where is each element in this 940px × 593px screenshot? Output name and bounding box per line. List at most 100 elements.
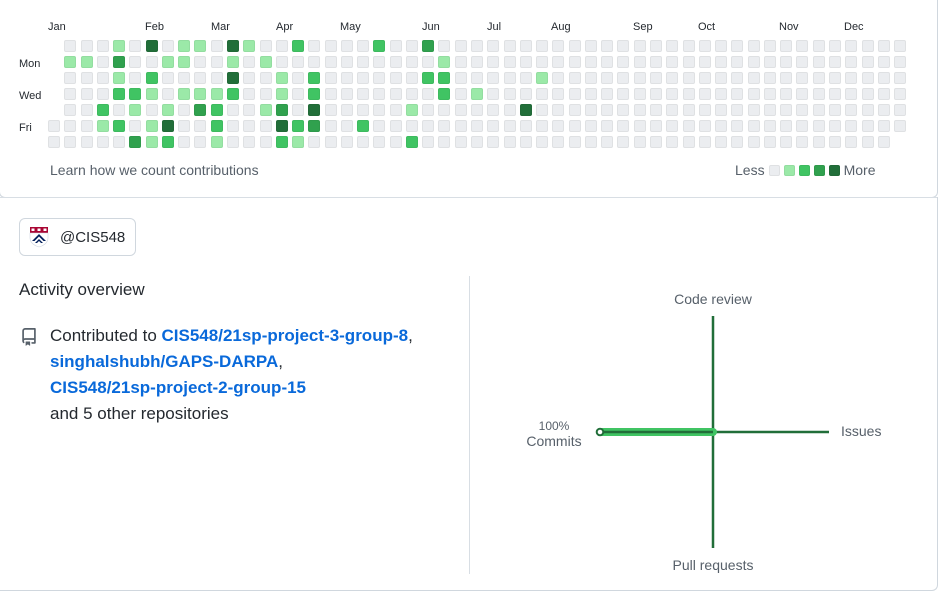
contribution-day-cell[interactable]	[422, 56, 434, 68]
contribution-day-cell[interactable]	[748, 56, 760, 68]
contribution-day-cell[interactable]	[520, 72, 532, 84]
contribution-day-cell[interactable]	[504, 88, 516, 100]
contribution-day-cell[interactable]	[845, 40, 857, 52]
contribution-day-cell[interactable]	[390, 88, 402, 100]
contribution-day-cell[interactable]	[373, 104, 385, 116]
contribution-day-cell[interactable]	[536, 56, 548, 68]
org-filter-button[interactable]: @CIS548	[19, 218, 137, 256]
contribution-day-cell[interactable]	[227, 72, 239, 84]
contribution-day-cell[interactable]	[536, 72, 548, 84]
contribution-day-cell[interactable]	[487, 40, 499, 52]
contribution-day-cell[interactable]	[699, 56, 711, 68]
contribution-day-cell[interactable]	[862, 136, 874, 148]
contribution-day-cell[interactable]	[325, 56, 337, 68]
contribution-day-cell[interactable]	[569, 104, 581, 116]
contribution-day-cell[interactable]	[731, 56, 743, 68]
contribution-day-cell[interactable]	[829, 72, 841, 84]
contribution-day-cell[interactable]	[894, 40, 906, 52]
contribution-day-cell[interactable]	[113, 72, 125, 84]
contribution-day-cell[interactable]	[487, 88, 499, 100]
contribution-day-cell[interactable]	[764, 56, 776, 68]
contribution-day-cell[interactable]	[569, 40, 581, 52]
contribution-day-cell[interactable]	[292, 40, 304, 52]
contribution-day-cell[interactable]	[683, 136, 695, 148]
contribution-day-cell[interactable]	[243, 72, 255, 84]
contribution-day-cell[interactable]	[260, 88, 272, 100]
contribution-day-cell[interactable]	[81, 104, 93, 116]
contribution-day-cell[interactable]	[780, 104, 792, 116]
contribution-day-cell[interactable]	[796, 120, 808, 132]
contribution-day-cell[interactable]	[796, 104, 808, 116]
contribution-day-cell[interactable]	[146, 104, 158, 116]
contribution-day-cell[interactable]	[211, 88, 223, 100]
contribution-day-cell[interactable]	[813, 40, 825, 52]
contribution-day-cell[interactable]	[601, 136, 613, 148]
contribution-day-cell[interactable]	[406, 72, 418, 84]
contribution-day-cell[interactable]	[422, 104, 434, 116]
contribution-day-cell[interactable]	[113, 56, 125, 68]
contribution-day-cell[interactable]	[552, 104, 564, 116]
contribution-day-cell[interactable]	[585, 56, 597, 68]
contribution-day-cell[interactable]	[585, 136, 597, 148]
repo-link[interactable]: singhalshubh/GAPS-DARPA	[50, 352, 278, 371]
contribution-day-cell[interactable]	[373, 136, 385, 148]
contribution-day-cell[interactable]	[699, 104, 711, 116]
contribution-day-cell[interactable]	[471, 120, 483, 132]
contribution-day-cell[interactable]	[617, 104, 629, 116]
contribution-day-cell[interactable]	[764, 40, 776, 52]
contribution-day-cell[interactable]	[357, 88, 369, 100]
contribution-day-cell[interactable]	[390, 56, 402, 68]
contribution-day-cell[interactable]	[178, 120, 190, 132]
contribution-day-cell[interactable]	[81, 40, 93, 52]
contribution-day-cell[interactable]	[438, 104, 450, 116]
contribution-day-cell[interactable]	[471, 40, 483, 52]
contribution-day-cell[interactable]	[48, 136, 60, 148]
contribution-day-cell[interactable]	[650, 136, 662, 148]
contribution-day-cell[interactable]	[438, 56, 450, 68]
contribution-day-cell[interactable]	[406, 120, 418, 132]
contribution-day-cell[interactable]	[878, 88, 890, 100]
contribution-day-cell[interactable]	[878, 40, 890, 52]
contribution-day-cell[interactable]	[390, 40, 402, 52]
contribution-day-cell[interactable]	[731, 72, 743, 84]
contribution-day-cell[interactable]	[260, 56, 272, 68]
contribution-day-cell[interactable]	[162, 104, 174, 116]
contribution-day-cell[interactable]	[813, 104, 825, 116]
contribution-day-cell[interactable]	[276, 40, 288, 52]
contribution-day-cell[interactable]	[292, 88, 304, 100]
contribution-day-cell[interactable]	[243, 104, 255, 116]
contribution-day-cell[interactable]	[260, 72, 272, 84]
contribution-day-cell[interactable]	[520, 120, 532, 132]
contribution-day-cell[interactable]	[373, 40, 385, 52]
contribution-day-cell[interactable]	[97, 40, 109, 52]
contribution-day-cell[interactable]	[113, 40, 125, 52]
contribution-day-cell[interactable]	[129, 88, 141, 100]
contribution-day-cell[interactable]	[813, 88, 825, 100]
contribution-day-cell[interactable]	[243, 136, 255, 148]
contribution-day-cell[interactable]	[178, 136, 190, 148]
contribution-day-cell[interactable]	[211, 40, 223, 52]
contribution-day-cell[interactable]	[471, 72, 483, 84]
contribution-day-cell[interactable]	[162, 56, 174, 68]
contribution-day-cell[interactable]	[406, 40, 418, 52]
contribution-day-cell[interactable]	[129, 40, 141, 52]
contribution-day-cell[interactable]	[211, 72, 223, 84]
contribution-day-cell[interactable]	[276, 120, 288, 132]
contribution-day-cell[interactable]	[504, 40, 516, 52]
contribution-day-cell[interactable]	[341, 56, 353, 68]
contribution-day-cell[interactable]	[48, 120, 60, 132]
contribution-day-cell[interactable]	[357, 56, 369, 68]
contribution-day-cell[interactable]	[194, 104, 206, 116]
contribution-day-cell[interactable]	[699, 136, 711, 148]
contribution-day-cell[interactable]	[585, 120, 597, 132]
contribution-day-cell[interactable]	[97, 120, 109, 132]
contribution-day-cell[interactable]	[64, 136, 76, 148]
contribution-day-cell[interactable]	[536, 88, 548, 100]
contribution-day-cell[interactable]	[325, 104, 337, 116]
contribution-day-cell[interactable]	[455, 72, 467, 84]
contribution-day-cell[interactable]	[97, 136, 109, 148]
contribution-day-cell[interactable]	[894, 120, 906, 132]
contribution-day-cell[interactable]	[455, 40, 467, 52]
contribution-day-cell[interactable]	[373, 88, 385, 100]
contribution-day-cell[interactable]	[422, 120, 434, 132]
